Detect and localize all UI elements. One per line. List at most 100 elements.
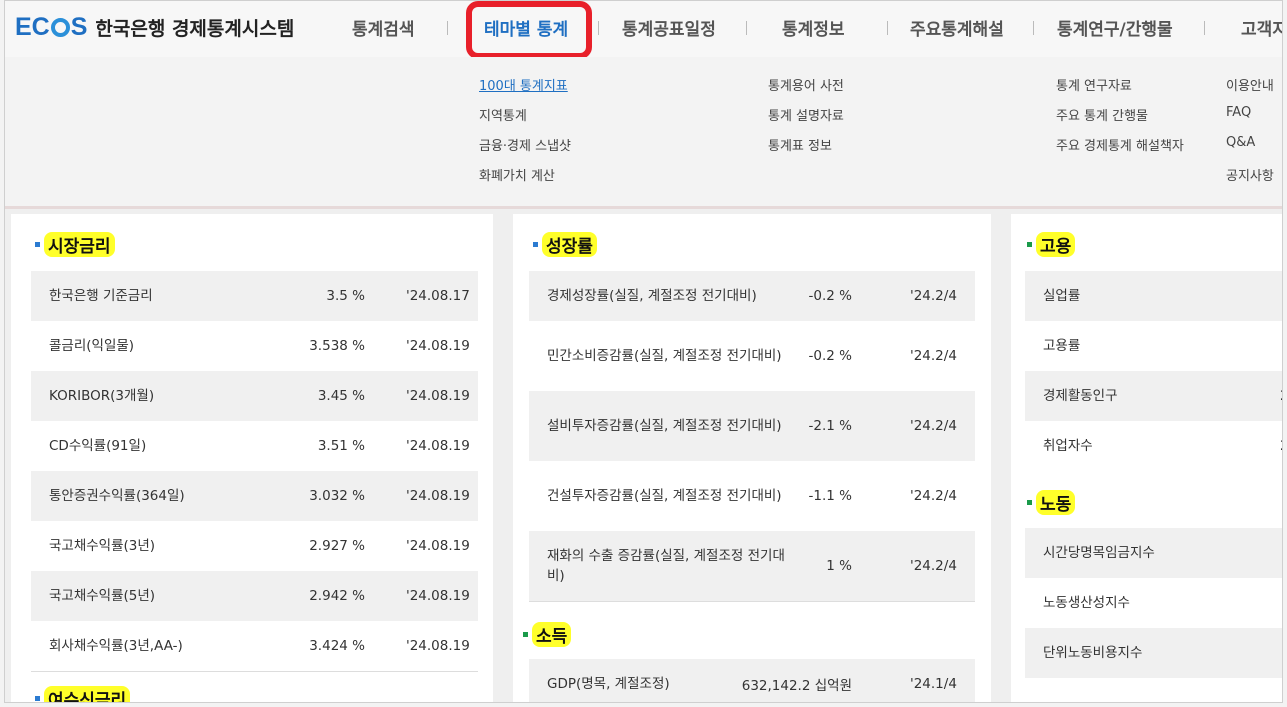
ecos-logo[interactable]: EC S 한국은행 경제통계시스템 [15,13,294,42]
menu-notices[interactable]: 공지사항 [1226,165,1274,195]
nav-customer[interactable]: 고객지 [1241,15,1282,40]
table-row[interactable]: 통안증권수익률(364일) 3.032 % '24.08.19 [31,471,478,521]
nav-stat-info[interactable]: 통계정보 [782,15,845,40]
table-row[interactable]: 국고채수익률(5년) 2.942 % '24.08.19 [31,571,478,621]
table-row[interactable]: 단위노동비용지수 [1025,628,1282,678]
section-title-text: 성장률 [542,232,597,257]
mega-col-info: 통계용어 사전 통계 설명자료 통계표 정보 [768,75,844,165]
row-value: 2.927 % [309,538,365,554]
row-name: 한국은행 기준금리 [49,288,153,304]
nav-stat-search[interactable]: 통계검색 [352,15,415,40]
divider [31,671,478,672]
menu-stat-table-info[interactable]: 통계표 정보 [768,135,844,165]
menu-finance-snapshot[interactable]: 금융·경제 스냅샷 [479,135,571,165]
menu-faq[interactable]: FAQ [1226,105,1274,135]
nav-divider [598,21,599,35]
row-name: 경제성장률(실질, 계절조정 전기대비) [547,288,757,304]
table-row[interactable]: CD수익률(91일) 3.51 % '24.08.19 [31,421,478,471]
row-name: 회사채수익률(3년,AA-) [49,638,183,654]
menu-research-papers[interactable]: 통계 연구자료 [1056,75,1184,105]
row-date: '24.08.19 [406,338,470,354]
row-name: 국고채수익률(5년) [49,588,156,604]
table-row[interactable]: 국고채수익률(3년) 2.927 % '24.08.19 [31,521,478,571]
row-value: 3.51 % [317,438,365,454]
row-name: 노동생산성지수 [1043,595,1130,611]
row-value: 2 [1280,388,1282,404]
section-title: 성장률 [533,232,597,257]
row-value: 2 [1280,438,1282,454]
table-row[interactable]: 시간당명목임금지수 [1025,528,1282,578]
row-value: 632,142.2 십억원 [741,678,852,694]
table-row[interactable]: KORIBOR(3개월) 3.45 % '24.08.19 [31,371,478,421]
table-row[interactable]: 노동생산성지수 [1025,578,1282,628]
mega-menu: 100대 통계지표 지역통계 금융·경제 스냅샷 화폐가치 계산 통계용어 사전… [5,57,1282,209]
row-name: KORIBOR(3개월) [49,388,155,404]
menu-regional-stats[interactable]: 지역통계 [479,105,571,135]
nav-divider [1204,21,1205,35]
row-date: '24.2/4 [910,348,957,364]
row-date: '24.2/4 [910,288,957,304]
menu-publications[interactable]: 주요 통계 간행물 [1056,105,1184,135]
menu-glossary[interactable]: 통계용어 사전 [768,75,844,105]
table-row[interactable]: 고용률 [1025,321,1282,371]
table-row[interactable]: 경제성장률(실질, 계절조정 전기대비) -0.2 % '24.2/4 [529,271,975,321]
row-value: 3.424 % [309,638,365,654]
row-date: '24.2/4 [910,418,957,434]
section-title: 고용 [1027,232,1076,257]
browser-viewport: EC S 한국은행 경제통계시스템 통계검색 테마별 통계 통계공표일정 통계정보… [4,0,1283,703]
row-value: 3.538 % [309,338,365,354]
top-header: EC S 한국은행 경제통계시스템 통계검색 테마별 통계 통계공표일정 통계정보… [5,1,1282,59]
row-name: 경제활동인구 [1043,388,1118,404]
section-title-text: 노동 [1036,490,1076,515]
row-date: '24.08.19 [406,438,470,454]
nav-divider [1033,21,1034,35]
row-date: '24.1/4 [910,676,957,692]
table-row[interactable]: 실업률 [1025,271,1282,321]
nav-research-publications[interactable]: 통계연구/간행물 [1057,15,1173,40]
row-name: 민간소비증감률(실질, 계절조정 전기대비) [547,348,782,364]
logo-mark: EC S [15,13,88,41]
bullet-icon [35,696,40,701]
menu-usage-guide[interactable]: 이용안내 [1226,75,1274,105]
table-row[interactable]: 경제활동인구 2 [1025,371,1282,421]
nav-release-schedule[interactable]: 통계공표일정 [622,15,716,40]
table-row[interactable]: 한국은행 기준금리 3.5 % '24.08.17 [31,271,478,321]
section-title-text: 고용 [1036,232,1076,257]
row-date: '24.08.19 [406,388,470,404]
row-name: 설비투자증감률(실질, 계절조정 전기대비) [547,418,782,434]
menu-stat-explanations[interactable]: 통계 설명자료 [768,105,844,135]
table-row[interactable]: 재화의 수출 증감률(실질, 계절조정 전기대비) 1 % '24.2/4 [529,531,975,601]
nav-stat-commentary[interactable]: 주요통계해설 [910,15,1004,40]
row-value: 2.942 % [309,588,365,604]
nav-divider [447,21,448,35]
table-row[interactable]: 취업자수 2 [1025,421,1282,471]
row-value: 1 % [826,558,852,574]
table-row[interactable]: GDP(명목, 계절조정) 632,142.2 십억원 '24.1/4 [529,659,975,702]
menu-top100-indicators[interactable]: 100대 통계지표 [479,75,571,105]
table-row[interactable]: 건설투자증감률(실질, 계절조정 전기대비) -1.1 % '24.2/4 [529,461,975,531]
table-row[interactable]: 회사채수익률(3년,AA-) 3.424 % '24.08.19 [31,621,478,671]
row-name: 국고채수익률(3년) [49,538,156,554]
section-title: 여수신금리 [35,686,131,702]
table-row[interactable]: 콜금리(익일물) 3.538 % '24.08.19 [31,321,478,371]
row-date: '24.08.19 [406,488,470,504]
bullet-icon [1027,242,1032,247]
section-title-text: 시장금리 [44,232,115,257]
menu-qna[interactable]: Q&A [1226,135,1274,165]
row-value: 3.032 % [309,488,365,504]
row-name: 시간당명목임금지수 [1043,545,1155,561]
bullet-icon [35,242,40,247]
mega-col-customer: 이용안내 FAQ Q&A 공지사항 [1226,75,1274,195]
row-name: 통안증권수익률(364일) [49,488,185,504]
row-date: '24.08.19 [406,638,470,654]
menu-commentary-books[interactable]: 주요 경제통계 해설책자 [1056,135,1184,165]
row-name: 콜금리(익일물) [49,338,135,354]
divider [529,601,975,602]
row-name: CD수익률(91일) [49,438,147,454]
table-row[interactable]: 설비투자증감률(실질, 계절조정 전기대비) -2.1 % '24.2/4 [529,391,975,461]
row-value: -1.1 % [808,488,852,504]
table-row[interactable]: 민간소비증감률(실질, 계절조정 전기대비) -0.2 % '24.2/4 [529,321,975,391]
mega-col-theme: 100대 통계지표 지역통계 금융·경제 스냅샷 화폐가치 계산 [479,75,571,195]
row-date: '24.08.19 [406,588,470,604]
menu-currency-value-calc[interactable]: 화폐가치 계산 [479,165,571,195]
